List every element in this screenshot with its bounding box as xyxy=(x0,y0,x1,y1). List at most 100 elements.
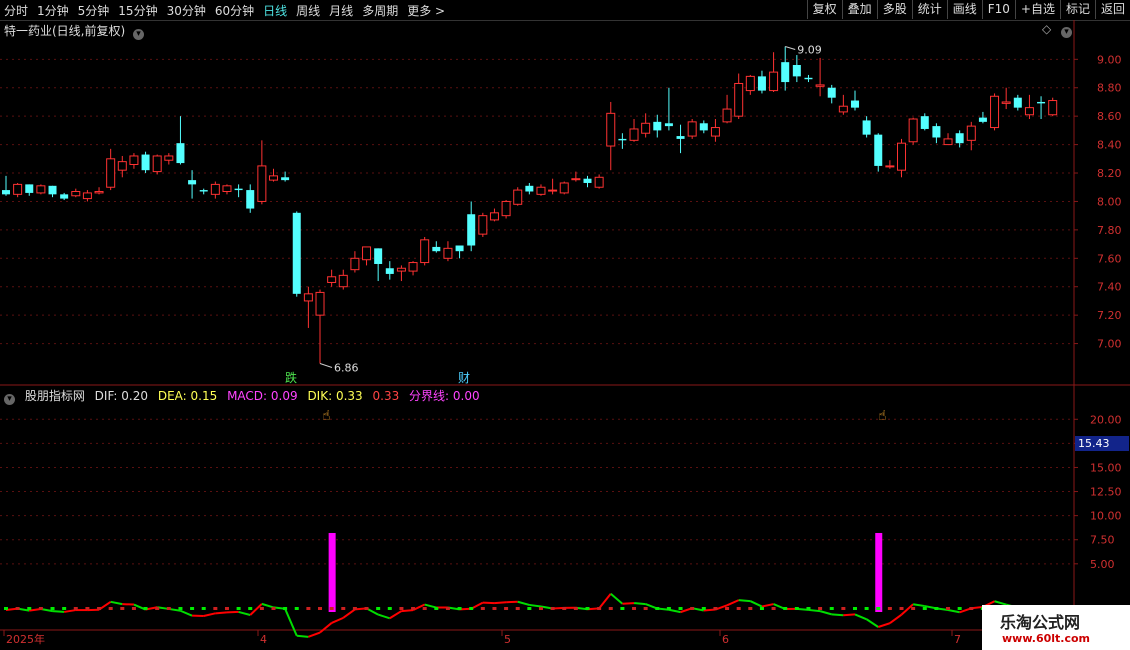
candle-body xyxy=(1013,97,1022,108)
candle xyxy=(246,184,255,213)
candle xyxy=(978,111,987,124)
candle-body xyxy=(710,127,720,137)
candle xyxy=(94,187,104,195)
indicator-dot xyxy=(736,607,741,610)
high-price-label: 9.09 xyxy=(797,44,822,57)
indicator-dot xyxy=(85,607,90,610)
indicator-dot xyxy=(143,607,148,610)
candle-body xyxy=(513,189,523,205)
indicator-dot xyxy=(818,607,823,610)
low-price-label: 6.86 xyxy=(334,361,359,374)
candle-body xyxy=(141,154,150,171)
indicator-dot xyxy=(969,607,974,610)
price-tick-label: 7.80 xyxy=(1097,224,1122,237)
indicator-tick-label: 12.50 xyxy=(1090,486,1122,499)
indicator-dot xyxy=(701,607,706,610)
chevron-down-icon[interactable]: ▾ xyxy=(133,29,145,40)
candle-body xyxy=(781,62,790,83)
candle-body xyxy=(82,192,92,200)
candle xyxy=(141,151,150,174)
candle-body xyxy=(385,268,394,274)
candle-body xyxy=(699,123,708,131)
candle xyxy=(478,212,488,237)
candle xyxy=(385,261,394,280)
indicator-tick-label: 15.00 xyxy=(1090,461,1122,474)
candle-body xyxy=(374,248,383,264)
indicator-line-segment xyxy=(529,603,542,608)
candle xyxy=(1001,87,1011,110)
indicator-dot xyxy=(387,607,392,610)
indicator-line-segment xyxy=(610,593,624,605)
indicator-dot xyxy=(806,607,811,610)
candle xyxy=(594,174,604,189)
candle-body xyxy=(501,200,511,217)
candle-body xyxy=(897,142,907,171)
chevron-down-icon[interactable]: ▾ xyxy=(4,394,15,405)
indicator-dot xyxy=(178,607,183,610)
time-tick-label: 2025年 xyxy=(6,632,45,646)
diamond-icon[interactable]: ◇ xyxy=(1042,22,1051,36)
indicator-dot xyxy=(852,607,857,610)
indicator-dot xyxy=(538,607,543,610)
marker-drop: 跌 xyxy=(285,370,297,385)
candle xyxy=(71,188,81,198)
indicator-line-segment xyxy=(668,608,681,614)
chevron-down-icon[interactable]: ▾ xyxy=(1061,27,1073,38)
candle-body xyxy=(36,185,46,194)
indicator-dot xyxy=(841,607,846,610)
candle xyxy=(734,73,744,120)
price-tick-label: 8.60 xyxy=(1097,110,1122,123)
indicator-line-segment xyxy=(843,613,856,617)
indicator-line-segment xyxy=(342,608,356,619)
macd-value: MACD: 0.09 xyxy=(227,389,298,403)
price-tick-label: 7.40 xyxy=(1097,281,1122,294)
candle-body xyxy=(966,125,976,141)
candle-body xyxy=(804,77,813,80)
indicator-tick-label: 20.00 xyxy=(1090,413,1122,426)
indicator-dot xyxy=(771,607,776,610)
watermark-logo: 乐淘公式网 www.60lt.com xyxy=(982,605,1130,650)
indicator-dot xyxy=(445,607,450,610)
boundary-line-value: 分界线: 0.00 xyxy=(409,389,480,403)
indicator-dot xyxy=(864,607,869,610)
indicator-dot xyxy=(399,607,404,610)
candle-body xyxy=(932,126,941,138)
candle-body xyxy=(1037,101,1046,104)
settings-icons: ◇ ▾ xyxy=(1042,22,1075,38)
candle xyxy=(303,286,313,328)
indicator-dot xyxy=(120,607,125,610)
chart-canvas[interactable]: 9.00 8.80 8.60 8.40 8.20 8.00 7.80 7.60 7.40 7.20… xyxy=(0,0,1130,650)
indicator-dot xyxy=(597,607,602,610)
indicator-dot xyxy=(550,607,555,610)
price-tick-label: 8.80 xyxy=(1097,82,1122,95)
indicator-dot xyxy=(341,607,346,610)
indicator-line-segment xyxy=(110,600,123,606)
candle xyxy=(129,153,139,169)
candle xyxy=(164,153,174,165)
indicator-dot xyxy=(620,607,625,610)
candle-body xyxy=(489,212,499,221)
candle-body xyxy=(117,161,127,171)
indicator-dot xyxy=(515,607,520,610)
candle-body xyxy=(327,276,337,283)
indicator-dot xyxy=(97,607,102,610)
candle-body xyxy=(838,105,848,113)
indicator-dot xyxy=(829,607,834,610)
indicator-line-segment xyxy=(947,609,960,614)
indicator-legend: ▾ 股朋指标网 DIF: 0.20 DEA: 0.15 MACD: 0.09 D… xyxy=(4,387,486,405)
candle-body xyxy=(222,185,232,192)
candle xyxy=(1037,96,1046,120)
candle xyxy=(292,211,301,297)
candle-body xyxy=(769,71,779,92)
candle xyxy=(699,120,708,134)
indicator-dot xyxy=(15,607,20,610)
indicator-dot xyxy=(527,607,532,610)
indicator-dot xyxy=(759,607,764,610)
candle-body xyxy=(257,165,267,202)
main-chart-title-row: 特一药业(日线,前复权) ▾ xyxy=(4,22,147,40)
indicator-dot xyxy=(306,607,311,610)
candle-body xyxy=(990,95,1000,129)
indicator-line-segment xyxy=(831,613,844,617)
candle-body xyxy=(396,267,406,272)
time-tick-label: 6 xyxy=(722,633,729,646)
